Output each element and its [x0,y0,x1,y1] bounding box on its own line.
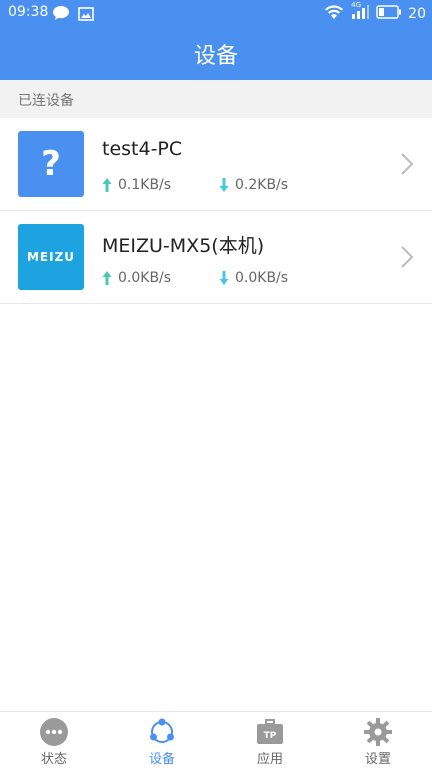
battery-level: 20 [408,6,426,22]
download-speed: 0.2KB/s [219,177,288,193]
upload-speed: 0.0KB/s [102,270,171,286]
download-arrow-icon [219,271,229,285]
nav-item-status[interactable]: 状态 [0,712,108,768]
image-icon [78,6,94,25]
nav-label: 应用 [256,752,283,767]
nav-label: 设置 [364,752,391,767]
chevron-right-icon [401,153,414,175]
upload-speed-value: 0.1KB/s [118,177,172,193]
page-title: 设备 [193,44,238,69]
battery-icon [376,5,402,23]
bottom-nav: 状态 设备 TP 应用 设置 [0,711,432,768]
svg-text:TP: TP [264,731,277,741]
nav-item-settings[interactable]: 设置 [324,712,432,768]
more-dots-icon [40,718,68,746]
download-speed-value: 0.0KB/s [235,270,289,286]
device-row-meizu-mx5[interactable]: MEIZU MEIZU-MX5(本机) 0.0KB/s 0.0KB/s [0,211,432,304]
wifi-icon [324,4,344,24]
download-arrow-icon [219,178,229,192]
upload-arrow-icon [102,271,112,285]
status-right: 4G 20 [324,1,426,24]
gear-icon [364,718,392,746]
signal-icon: 4G [350,1,370,24]
download-speed-value: 0.2KB/s [235,177,289,193]
device-badge: ? [41,144,61,184]
upload-speed-value: 0.0KB/s [118,270,172,286]
nav-item-apps[interactable]: TP 应用 [216,712,324,768]
download-speed: 0.0KB/s [219,270,288,286]
upload-speed: 0.1KB/s [102,177,171,193]
nav-item-devices[interactable]: 设备 [108,712,216,768]
status-time: 09:38 [8,4,49,20]
chevron-right-icon [401,246,414,268]
device-list: ? test4-PC 0.1KB/s 0.2KB/s MEIZU MEIZU-M… [0,118,432,304]
title-bar: 设备 [0,26,432,80]
section-label: 已连设备 [18,93,74,109]
device-name: test4-PC [102,138,183,160]
device-row-test4-pc[interactable]: ? test4-PC 0.1KB/s 0.2KB/s [0,118,432,211]
share-nodes-icon [150,718,174,743]
unknown-device-icon: ? [18,131,84,197]
nav-label: 设备 [148,752,175,767]
meizu-logo-icon: MEIZU [18,224,84,290]
section-header: 已连设备 [0,80,432,118]
network-type: 4G [351,1,362,9]
tp-briefcase-icon: TP [257,719,283,744]
nav-label: 状态 [40,752,67,767]
device-badge: MEIZU [26,250,76,264]
upload-arrow-icon [102,178,112,192]
status-bar: 09:38 4G 20 [0,0,432,26]
device-name: MEIZU-MX5(本机) [102,235,265,257]
chat-icon [52,5,70,25]
